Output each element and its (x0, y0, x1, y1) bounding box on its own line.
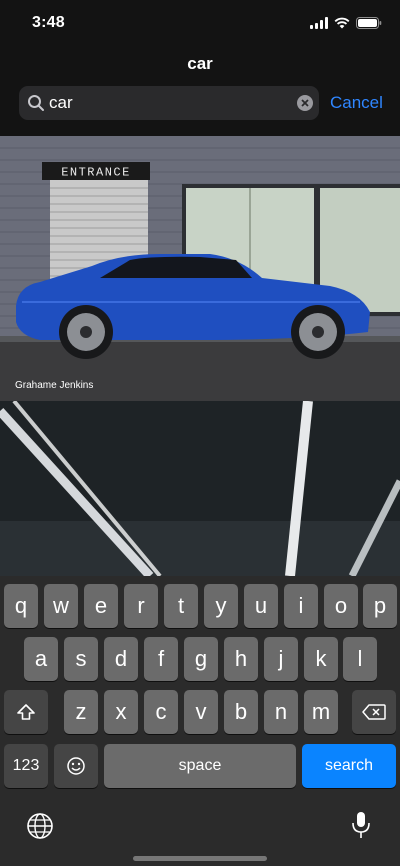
key-h[interactable]: h (224, 637, 258, 681)
microphone-icon[interactable] (350, 810, 372, 845)
delete-key[interactable] (352, 690, 396, 734)
cancel-button[interactable]: Cancel (330, 93, 383, 113)
wifi-icon (334, 16, 350, 34)
key-k[interactable]: k (304, 637, 338, 681)
signal-icon (310, 16, 328, 34)
key-q[interactable]: q (4, 584, 38, 628)
space-key-label: space (178, 757, 222, 774)
key-z[interactable]: z (64, 690, 98, 734)
key-a[interactable]: a (24, 637, 58, 681)
search-input[interactable] (49, 86, 289, 120)
shift-icon (17, 704, 35, 720)
globe-icon[interactable] (26, 812, 54, 845)
clear-search-button[interactable] (297, 95, 313, 111)
car-photo: ENTRANCE (0, 136, 400, 401)
key-v[interactable]: v (184, 690, 218, 734)
key-f[interactable]: f (144, 637, 178, 681)
search-key-label: search (324, 757, 374, 774)
status-bar: 3:48 (0, 0, 400, 48)
search-field[interactable] (19, 86, 319, 120)
space-key[interactable]: space (104, 744, 296, 788)
key-s[interactable]: s (64, 637, 98, 681)
key-w[interactable]: w (44, 584, 78, 628)
key-d[interactable]: d (104, 637, 138, 681)
close-icon (301, 99, 309, 107)
status-time: 3:48 (32, 14, 65, 31)
key-e[interactable]: e (84, 584, 118, 628)
emoji-key[interactable] (54, 744, 98, 788)
backspace-icon (362, 704, 386, 720)
photo-credit[interactable]: Grahame Jenkins (15, 380, 93, 391)
page-title: car (187, 54, 213, 73)
emoji-icon (67, 757, 85, 775)
key-x[interactable]: x (104, 690, 138, 734)
shift-key[interactable] (4, 690, 48, 734)
key-u[interactable]: u (244, 584, 278, 628)
key-t[interactable]: t (164, 584, 198, 628)
photo-result-tunnel[interactable] (0, 401, 400, 576)
key-n[interactable]: n (264, 690, 298, 734)
photo-result-car[interactable]: ENTRANCE Grahame Jenkins (0, 136, 400, 401)
keyboard: q w e r t y u i o p a s d f g h j k l z … (0, 576, 400, 866)
home-indicator (133, 856, 267, 861)
key-i[interactable]: i (284, 584, 318, 628)
key-l[interactable]: l (343, 637, 377, 681)
key-j[interactable]: j (264, 637, 298, 681)
entrance-sign-text: ENTRANCE (61, 166, 131, 180)
key-y[interactable]: y (204, 584, 238, 628)
search-key[interactable]: search (302, 744, 396, 788)
key-g[interactable]: g (184, 637, 218, 681)
key-o[interactable]: o (324, 584, 358, 628)
key-m[interactable]: m (304, 690, 338, 734)
tunnel-photo (0, 401, 400, 576)
key-c[interactable]: c (144, 690, 178, 734)
key-r[interactable]: r (124, 584, 158, 628)
key-b[interactable]: b (224, 690, 258, 734)
key-p[interactable]: p (363, 584, 397, 628)
search-icon (27, 94, 45, 117)
numbers-key[interactable]: 123 (4, 744, 48, 788)
numbers-key-label: 123 (12, 757, 40, 774)
battery-icon (356, 16, 382, 34)
